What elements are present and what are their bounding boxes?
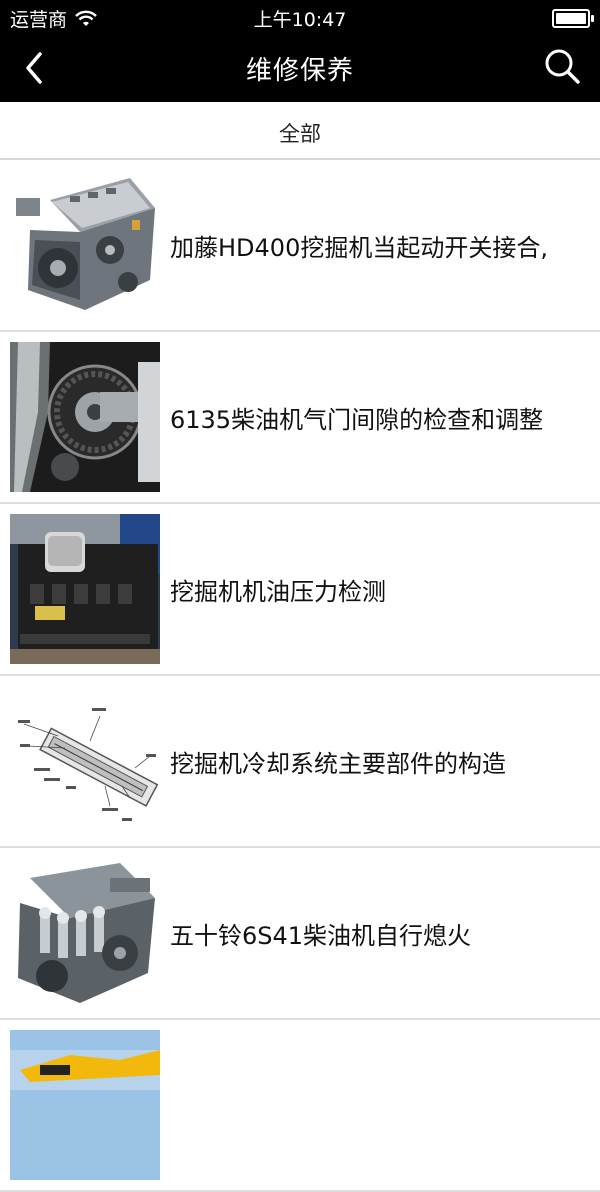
list-item[interactable]: 五十铃6S41柴油机自行熄火 bbox=[0, 848, 600, 1020]
diesel-engine-thumbnail bbox=[10, 514, 160, 664]
search-icon[interactable] bbox=[542, 46, 582, 86]
navigation-bar: 维修保养 bbox=[0, 34, 600, 102]
item-title: 加藤HD400挖掘机当起动开关接合, bbox=[170, 233, 548, 262]
engine-cutaway-thumbnail bbox=[10, 858, 160, 1008]
item-title bbox=[170, 1020, 590, 1190]
list-item[interactable]: 加藤HD400挖掘机当起动开关接合, bbox=[0, 160, 600, 332]
item-title: 挖掘机机油压力检测 bbox=[170, 577, 386, 606]
battery-icon bbox=[552, 9, 594, 28]
item-title: 6135柴油机气门间隙的检查和调整 bbox=[170, 405, 544, 434]
list-item[interactable]: 挖掘机机油压力检测 bbox=[0, 504, 600, 676]
list-item[interactable] bbox=[0, 1020, 600, 1192]
status-bar: 运营商 上午10:47 bbox=[0, 0, 600, 34]
excavator-thumbnail bbox=[10, 1030, 160, 1180]
list-item[interactable]: 挖掘机冷却系统主要部件的构造 bbox=[0, 676, 600, 848]
list-item[interactable]: 6135柴油机气门间隙的检查和调整 bbox=[0, 332, 600, 504]
cooling-diagram-thumbnail bbox=[10, 686, 160, 836]
filter-all-tab[interactable]: 全部 bbox=[0, 118, 600, 148]
timing-gear-thumbnail bbox=[10, 342, 160, 492]
item-title: 五十铃6S41柴油机自行熄火 bbox=[170, 921, 472, 950]
status-time: 上午10:47 bbox=[253, 9, 347, 31]
item-title: 挖掘机冷却系统主要部件的构造 bbox=[170, 749, 506, 778]
category-filter-bar: 全部 bbox=[0, 102, 600, 160]
page-title: 维修保养 bbox=[245, 56, 354, 86]
engine-thumbnail bbox=[10, 170, 160, 320]
